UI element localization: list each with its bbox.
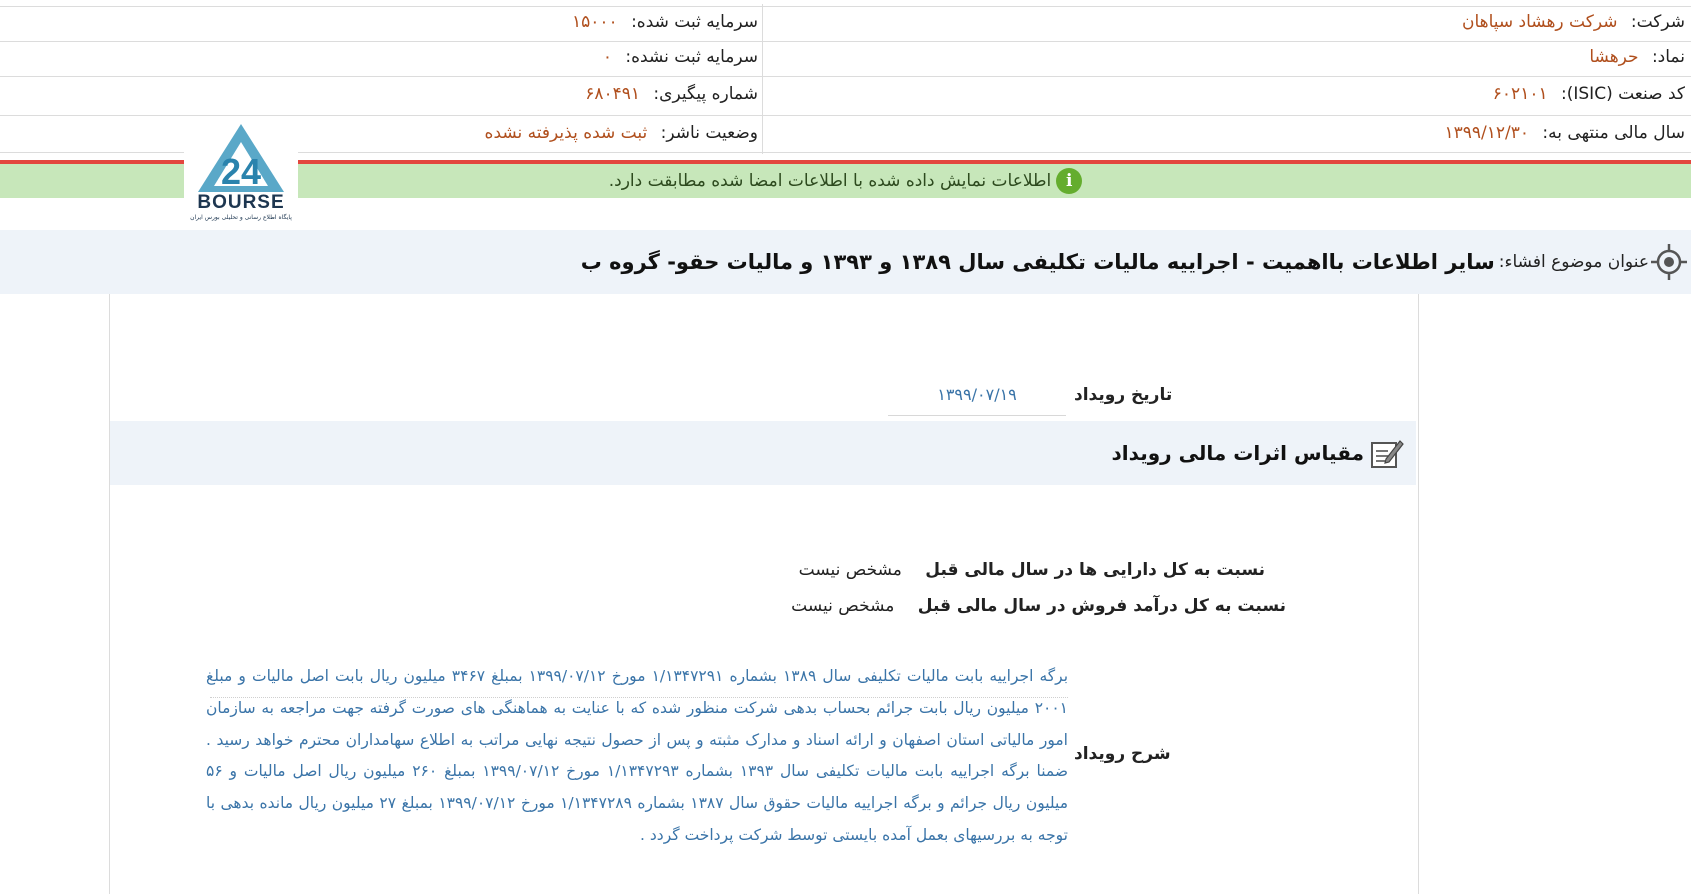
fiscal-year-value: ۱۳۹۹/۱۲/۳۰ — [1444, 123, 1530, 143]
isic-value: ۶۰۲۱۰۱ — [1492, 84, 1548, 104]
header-column-divider — [762, 4, 763, 154]
assets-ratio-value: مشخص نیست — [798, 560, 902, 580]
disclosure-subject: عنوان موضوع افشاء: سایر اطلاعات بااهمیت … — [581, 230, 1649, 294]
publisher-status-field: وضعیت ناشر: ثبت شده پذیرفته نشده — [485, 123, 758, 143]
event-description-text: برگه اجراییه بابت مالیات تکلیفی سال ۱۳۸۹… — [206, 667, 1069, 844]
subject-band: عنوان موضوع افشاء: سایر اطلاعات بااهمیت … — [0, 230, 1691, 294]
registered-capital-label: سرمایه ثبت شده: — [631, 12, 758, 32]
revenue-ratio-row: نسبت به کل درآمد فروش در سال مالی قبل مش… — [791, 596, 1286, 616]
revenue-ratio-label: نسبت به کل درآمد فروش در سال مالی قبل — [917, 596, 1286, 616]
unregistered-capital-value: ۰ — [602, 47, 613, 67]
company-label: شرکت: — [1630, 12, 1685, 32]
unregistered-capital-field: سرمایه ثبت نشده: ۰ — [603, 47, 758, 67]
logo-wordmark: BOURSE — [197, 192, 285, 213]
event-description-label: شرح رویداد — [1074, 744, 1171, 764]
assets-ratio-row: نسبت به کل دارایی ها در سال مالی قبل مشخ… — [799, 560, 1265, 580]
isic-field: کد صنعت (ISIC): ۶۰۲۱۰۱ — [1493, 84, 1685, 104]
tracking-number-field: شماره پیگیری: ۶۸۰۴۹۱ — [585, 84, 758, 104]
header-divider — [0, 41, 1691, 42]
financial-impact-header: مقیاس اثرات مالی رویداد — [110, 421, 1416, 485]
logo-mark-icon: 24 — [198, 124, 284, 192]
bourse-logo[interactable]: 24 BOURSE پایگاه اطلاع رسانی و تحلیلی بو… — [184, 120, 298, 226]
info-icon: i — [1056, 168, 1083, 194]
fiscal-year-field: سال مالی منتهی به: ۱۳۹۹/۱۲/۳۰ — [1445, 123, 1686, 143]
financial-impact-title-wrap: مقیاس اثرات مالی رویداد — [1112, 421, 1404, 485]
registered-capital-value: ۱۵۰۰۰ — [572, 12, 618, 32]
fiscal-year-label: سال مالی منتهی به: — [1542, 123, 1685, 143]
company-name[interactable]: شرکت رهشاد سپاهان — [1462, 12, 1618, 32]
subject-title: سایر اطلاعات بااهمیت - اجراییه مالیات تک… — [580, 250, 1495, 274]
financial-impact-title: مقیاس اثرات مالی رویداد — [1111, 441, 1364, 465]
edit-icon — [1371, 440, 1404, 468]
publisher-status-label: وضعیت ناشر: — [660, 123, 758, 143]
event-date-value: ۱۳۹۹/۰۷/۱۹ — [888, 381, 1066, 416]
unregistered-capital-label: سرمایه ثبت نشده: — [625, 47, 758, 67]
verification-notice-text: اطلاعات نمایش داده شده با اطلاعات امضا ش… — [608, 171, 1052, 191]
tracking-number-value: ۶۸۰۴۹۱ — [585, 84, 641, 104]
symbol-field: نماد: حرهشا — [1589, 47, 1685, 67]
logo-subtitle: پایگاه اطلاع رسانی و تحلیلی بورس ایران — [190, 214, 292, 221]
assets-ratio-label: نسبت به کل دارایی ها در سال مالی قبل — [925, 560, 1265, 580]
subject-label: عنوان موضوع افشاء: — [1498, 252, 1649, 272]
header-divider — [0, 6, 1691, 7]
tracking-number-label: شماره پیگیری: — [653, 84, 758, 104]
target-icon — [1651, 244, 1687, 280]
symbol-label: نماد: — [1651, 47, 1685, 67]
revenue-ratio-value: مشخص نیست — [791, 596, 895, 616]
header-divider — [0, 115, 1691, 116]
company-field: شرکت: شرکت رهشاد سپاهان — [1462, 12, 1685, 32]
isic-label: کد صنعت (ISIC): — [1561, 84, 1685, 104]
registered-capital-field: سرمایه ثبت شده: ۱۵۰۰۰ — [572, 12, 758, 32]
header-divider — [0, 76, 1691, 77]
publisher-status-value: ثبت شده پذیرفته نشده — [484, 123, 648, 143]
symbol-value[interactable]: حرهشا — [1589, 47, 1638, 67]
svg-text:24: 24 — [221, 151, 261, 192]
event-date-label: تاریخ رویداد — [1074, 385, 1173, 405]
